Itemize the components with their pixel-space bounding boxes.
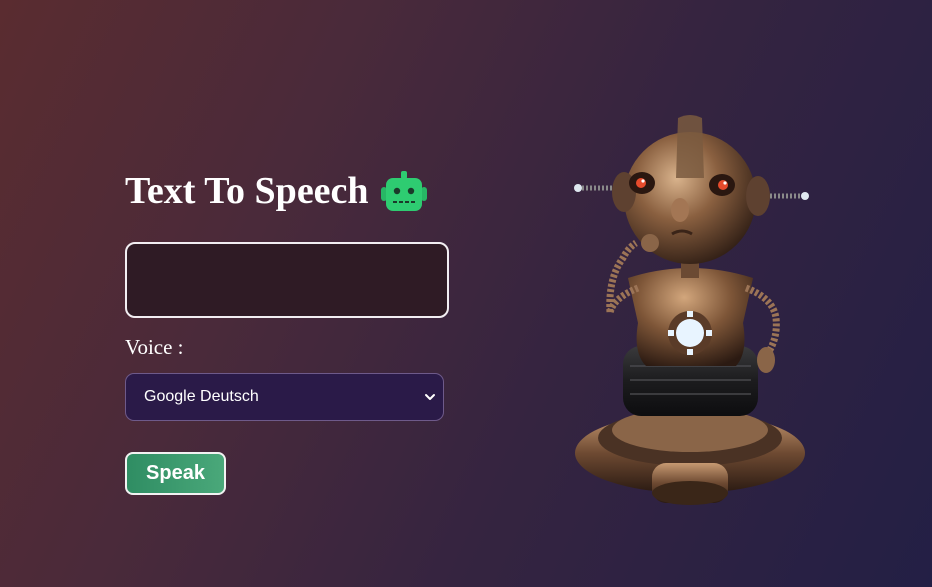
header: Text To Speech	[125, 165, 455, 217]
speech-text-input[interactable]	[125, 242, 449, 318]
voice-select[interactable]: Google Deutsch	[125, 373, 444, 421]
chevron-down-icon	[424, 390, 436, 402]
voice-label: Voice :	[125, 335, 184, 359]
robot-face-icon	[379, 169, 429, 213]
tts-panel: Text To Speech Voice : Google Deutsch Sp…	[125, 165, 455, 495]
robot-illustration	[568, 108, 818, 518]
voice-select-value: Google Deutsch	[144, 388, 259, 405]
speak-button[interactable]: Speak	[125, 452, 226, 495]
page-title: Text To Speech	[125, 170, 369, 212]
